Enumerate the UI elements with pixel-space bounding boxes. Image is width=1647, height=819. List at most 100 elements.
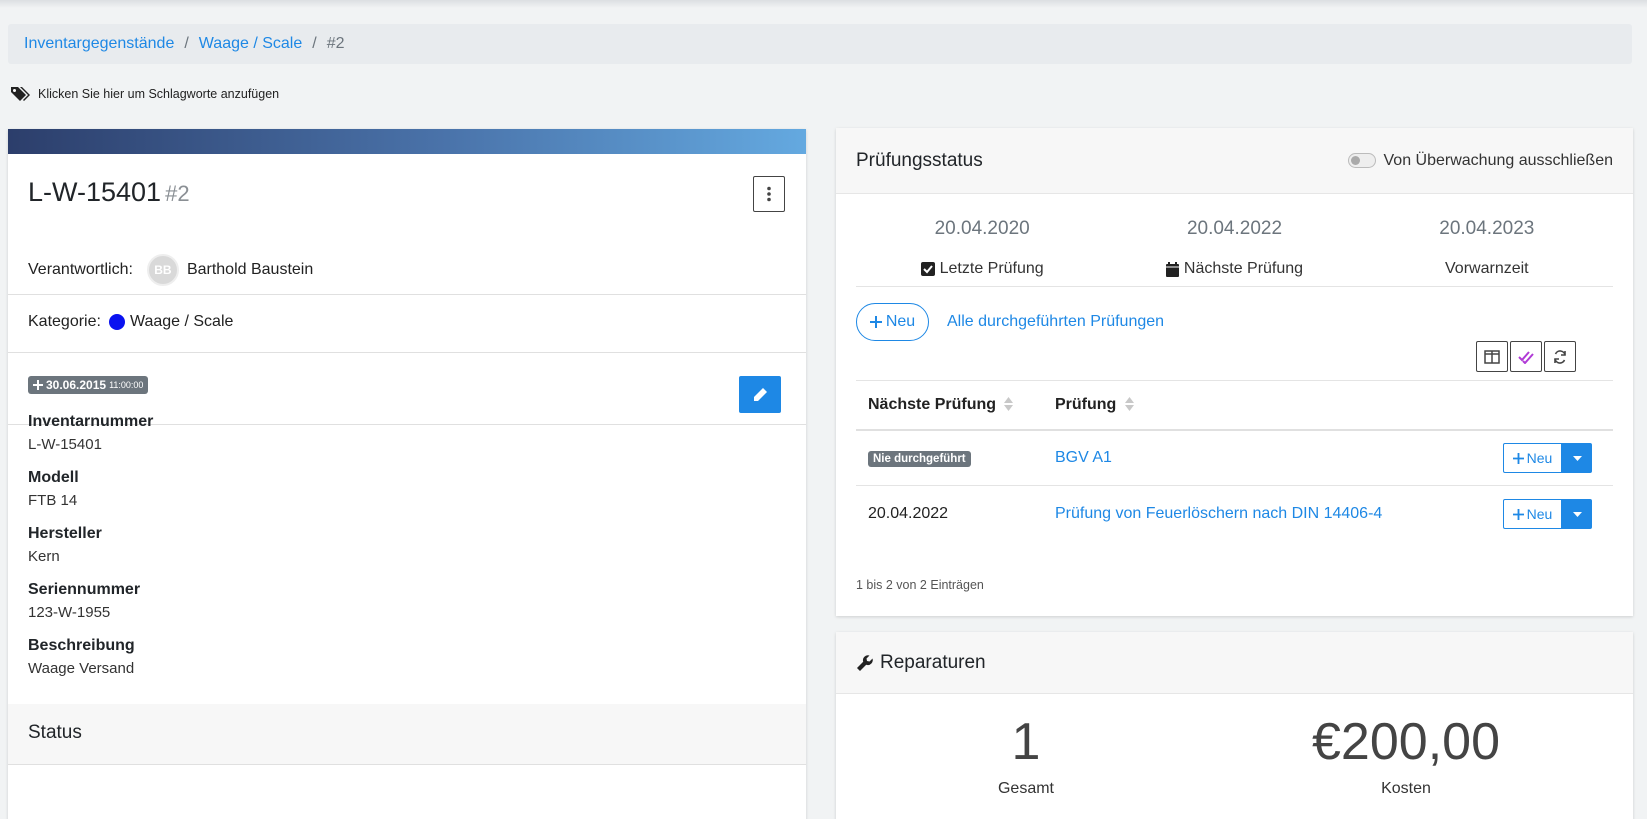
- refresh-icon: [1554, 349, 1566, 364]
- new-inspection-button[interactable]: Neu: [856, 303, 929, 341]
- field-model: Modell FTB 14: [28, 468, 153, 511]
- double-check-icon: [1518, 350, 1534, 364]
- exclude-monitoring-label: Von Überwachung ausschließen: [1383, 151, 1613, 169]
- inspection-card-header: Prüfungsstatus Von Überwachung ausschlie…: [836, 128, 1633, 194]
- field-inventory-number: Inventarnummer L-W-15401: [28, 412, 153, 455]
- column-header-label: Prüfung: [1055, 395, 1117, 413]
- tags-icon: [11, 87, 30, 101]
- new-inspection-row-button[interactable]: Neu: [1503, 499, 1562, 529]
- warning-period: 20.04.2023 Vorwarnzeit: [1361, 218, 1633, 278]
- cell-next-inspection: Nie durchgeführt: [856, 449, 1055, 467]
- field-value: Waage Versand: [28, 660, 135, 677]
- all-inspections-link[interactable]: Alle durchgeführten Prüfungen: [947, 313, 1164, 331]
- breadcrumb-current: #2: [326, 35, 345, 52]
- responsible-row: Verantwortlich: BB Barthold Baustein: [28, 254, 313, 286]
- last-inspection: 20.04.2020 Letzte Prüfung: [836, 218, 1108, 278]
- table-row: 20.04.2022 Prüfung von Feuerlöschern nac…: [856, 486, 1613, 542]
- top-shadow: [0, 0, 1647, 8]
- plus-icon: [1512, 508, 1524, 520]
- field-label: Beschreibung: [28, 637, 135, 654]
- refresh-button[interactable]: [1544, 341, 1576, 372]
- field-description: Beschreibung Waage Versand: [28, 636, 153, 679]
- plus-icon: [33, 380, 43, 390]
- category-name[interactable]: Waage / Scale: [130, 313, 233, 331]
- last-inspection-date: 20.04.2020: [934, 218, 1030, 239]
- field-value: FTB 14: [28, 492, 78, 509]
- dropdown-toggle[interactable]: [1562, 443, 1592, 473]
- item-title: L-W-15401 #2: [28, 177, 190, 208]
- inspection-title: Prüfungsstatus: [856, 149, 983, 171]
- item-title-text: L-W-15401: [28, 177, 162, 207]
- new-inspection-row-button[interactable]: Neu: [1503, 443, 1562, 473]
- cell-next-inspection: 20.04.2022: [868, 505, 949, 522]
- repairs-cost-stat: €200,00 Kosten: [1256, 712, 1556, 798]
- field-value: 123-W-1955: [28, 604, 111, 621]
- never-performed-badge: Nie durchgeführt: [868, 450, 971, 467]
- repairs-cost-value: €200,00: [1312, 713, 1500, 771]
- responsible-label: Verantwortlich:: [28, 261, 133, 278]
- column-visibility-button[interactable]: [1476, 341, 1508, 372]
- sort-icon: [1124, 397, 1134, 412]
- next-inspection: 20.04.2022 Nächste Prüfung: [1108, 218, 1360, 278]
- exclude-monitoring-toggle[interactable]: Von Überwachung ausschließen: [1347, 151, 1613, 170]
- table-info: 1 bis 2 von 2 Einträgen: [856, 578, 984, 592]
- breadcrumb-category-link[interactable]: Waage / Scale: [199, 35, 302, 53]
- repairs-total-label: Gesamt: [997, 780, 1054, 797]
- calendar-icon: [1165, 261, 1179, 277]
- table-row: Nie durchgeführt BGV A1 Neu: [856, 430, 1613, 486]
- new-inspection-split-button: Neu: [1503, 499, 1592, 529]
- kebab-icon: [767, 186, 771, 202]
- add-tags-link[interactable]: Klicken Sie hier um Schlagworte anzufüge…: [10, 86, 279, 102]
- wrench-icon: [857, 654, 873, 671]
- sort-icon: [1004, 397, 1014, 412]
- next-inspection-label-row: Nächste Prüfung: [1108, 260, 1360, 278]
- mark-all-button[interactable]: [1510, 341, 1542, 372]
- more-options-button[interactable]: [753, 176, 785, 212]
- field-value: L-W-15401: [28, 436, 102, 453]
- card-header-band: [8, 129, 806, 154]
- item-number: #2: [165, 181, 190, 206]
- field-label: Hersteller: [28, 525, 102, 542]
- field-label: Inventarnummer: [28, 413, 154, 430]
- inspection-status-card: Prüfungsstatus Von Überwachung ausschlie…: [836, 128, 1633, 616]
- repairs-title: Reparaturen: [880, 651, 986, 673]
- next-inspection-label: Nächste Prüfung: [1183, 260, 1304, 277]
- new-inspection-label: Neu: [885, 313, 916, 330]
- item-fields: Inventarnummer L-W-15401 Modell FTB 14 H…: [28, 412, 153, 692]
- warning-period-date: 20.04.2023: [1439, 218, 1535, 239]
- columns-icon: [1484, 349, 1500, 364]
- repairs-card: Reparaturen 1 Gesamt €200,00 Kosten: [836, 632, 1633, 819]
- category-label: Kategorie:: [28, 313, 101, 330]
- responsible-name[interactable]: Barthold Baustein: [187, 261, 313, 279]
- breadcrumb-separator: /: [184, 35, 189, 52]
- toggle-switch[interactable]: [1347, 153, 1376, 168]
- divider: [856, 286, 1613, 287]
- caret-down-icon: [1572, 511, 1582, 517]
- breadcrumb-inventory-link[interactable]: Inventargegenstände: [24, 35, 174, 53]
- repairs-card-header: Reparaturen: [836, 632, 1633, 694]
- category-row: Kategorie: Waage / Scale: [28, 313, 233, 331]
- warning-period-label-row: Vorwarnzeit: [1361, 260, 1613, 278]
- created-date: 30.06.2015: [46, 378, 107, 392]
- table-header: Nächste Prüfung Prüfung: [856, 380, 1613, 431]
- item-detail-card: L-W-15401 #2 Verantwortlich: BB Barthold …: [8, 129, 806, 819]
- column-header-next-inspection[interactable]: Nächste Prüfung: [856, 396, 1055, 414]
- dropdown-toggle[interactable]: [1562, 499, 1592, 529]
- column-header-label: Nächste Prüfung: [868, 395, 997, 413]
- plus-icon: [869, 316, 882, 328]
- column-header-inspection[interactable]: Prüfung: [1055, 396, 1134, 414]
- category-color-dot: [108, 314, 125, 330]
- inspection-link[interactable]: BGV A1: [1055, 449, 1112, 467]
- divider: [8, 352, 806, 353]
- field-manufacturer: Hersteller Kern: [28, 524, 153, 567]
- plus-icon: [1512, 452, 1524, 464]
- field-label: Seriennummer: [28, 581, 141, 598]
- edit-button[interactable]: [739, 376, 781, 413]
- next-inspection-date: 20.04.2022: [1186, 218, 1283, 239]
- repairs-total-value: 1: [1011, 713, 1041, 771]
- inspection-link[interactable]: Prüfung von Feuerlöschern nach DIN 14406…: [1055, 505, 1382, 523]
- avatar: BB: [146, 254, 179, 286]
- status-section-header: Status: [8, 704, 806, 765]
- breadcrumb: Inventargegenstände / Waage / Scale / #2: [8, 24, 1632, 64]
- warning-period-label: Vorwarnzeit: [1445, 260, 1529, 277]
